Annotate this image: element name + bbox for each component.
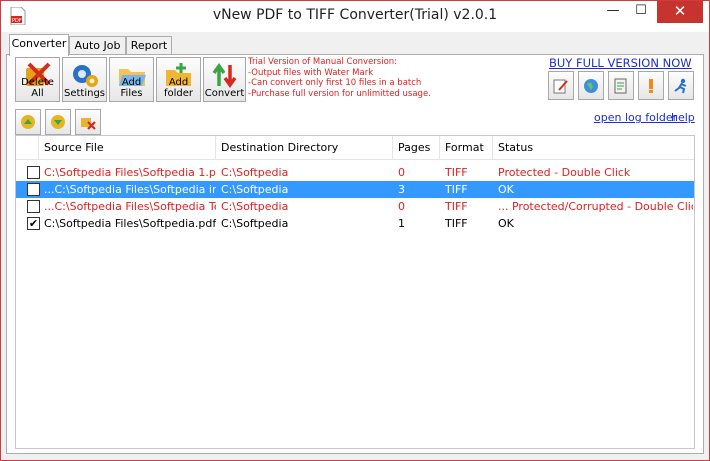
cell-source-file: C:\Softpedia Files\Softpedia.pdf xyxy=(44,217,216,230)
trial-notice-line: -Output files with Water Mark xyxy=(248,67,374,78)
cell-destination-directory: C:\Softpedia xyxy=(221,183,289,196)
warning-button[interactable] xyxy=(638,71,664,100)
document-icon xyxy=(614,78,627,94)
cell-pages: 0 xyxy=(398,200,405,213)
table-row[interactable]: ✔ C:\Softpedia Files\Softpedia.pdf C:\Soft… xyxy=(16,215,694,232)
open-log-folder-link[interactable]: open log folder xyxy=(594,111,677,124)
cell-status: ... Protected/Corrupted - Double Click i… xyxy=(498,200,693,213)
header-source-file[interactable]: Source File xyxy=(39,136,216,160)
add-folder-button[interactable]: Add folder xyxy=(156,57,201,102)
settings-button[interactable]: Settings xyxy=(62,57,107,102)
trial-notice-line: -Can convert only first 10 files in a ba… xyxy=(248,78,422,88)
convert-arrows-icon xyxy=(212,62,236,89)
cell-pages: 1 xyxy=(398,217,405,230)
convert-label: Convert xyxy=(204,88,245,99)
maximize-button[interactable]: ☐ xyxy=(627,1,655,23)
cell-source-file: ...C:\Softpedia Files\Softpedia Tes xyxy=(44,200,216,213)
header-format[interactable]: Format xyxy=(440,136,493,160)
table-row[interactable]: C:\Softpedia Files\Softpedia 1.pdf C:\Sof… xyxy=(16,164,694,181)
title-bar: PDF vNew PDF to TIFF Converter(Trial) v2… xyxy=(1,1,709,32)
tab-converter[interactable]: Converter xyxy=(9,34,69,56)
add-files-button[interactable]: Add Files xyxy=(109,57,154,102)
trial-notice-line: Trial Version of Manual Conversion: xyxy=(248,57,398,67)
cell-format: TIFF xyxy=(445,200,468,213)
cell-status: OK xyxy=(498,217,514,230)
add-files-label: Add Files xyxy=(120,77,143,99)
file-list-grid[interactable]: Source File Destination Directory Pages … xyxy=(15,135,695,449)
app-window: PDF vNew PDF to TIFF Converter(Trial) v2… xyxy=(0,0,710,461)
web-button[interactable] xyxy=(578,71,604,100)
edit-button[interactable] xyxy=(548,71,574,100)
remove-button[interactable] xyxy=(75,109,101,135)
settings-label: Settings xyxy=(63,88,105,99)
client-area: Converter Auto Job Report Delete All Set… xyxy=(1,32,709,460)
document-button[interactable] xyxy=(608,71,634,100)
cell-source-file: ...C:\Softpedia Files\Softpedia ima xyxy=(44,183,216,196)
exclamation-icon xyxy=(649,79,653,93)
delete-all-label: Delete All xyxy=(21,77,54,99)
gear-icon xyxy=(72,65,98,87)
convert-button[interactable]: Convert xyxy=(203,57,246,102)
cell-format: TIFF xyxy=(445,183,468,196)
about-button[interactable] xyxy=(668,71,694,100)
cell-destination-directory: C:\Softpedia xyxy=(221,217,289,230)
buy-full-version-link[interactable]: BUY FULL VERSION NOW xyxy=(549,56,692,70)
grid-header: Source File Destination Directory Pages … xyxy=(16,136,694,160)
cell-status: Protected - Double Click xyxy=(498,166,631,179)
add-folder-label: Add folder xyxy=(163,77,194,99)
remove-icon xyxy=(81,118,96,130)
cell-pages: 0 xyxy=(398,166,405,179)
cell-format: TIFF xyxy=(445,217,468,230)
move-down-button[interactable] xyxy=(45,109,71,135)
converter-panel: Delete All Settings Add Files Add folder… xyxy=(6,54,704,454)
header-status[interactable]: Status xyxy=(493,136,689,160)
table-row[interactable]: ...C:\Softpedia Files\Softpedia ima C:\So… xyxy=(16,181,694,198)
trial-notice-line: -Purchase full version for unlimitted us… xyxy=(248,88,431,99)
tab-auto-job[interactable]: Auto Job xyxy=(69,36,126,55)
cell-destination-directory: C:\Softpedia xyxy=(221,200,289,213)
header-pages[interactable]: Pages xyxy=(393,136,440,160)
table-row[interactable]: ...C:\Softpedia Files\Softpedia Tes C:\So… xyxy=(16,198,694,215)
cell-format: TIFF xyxy=(445,166,468,179)
trial-notice: Trial Version of Manual Conversion: -Out… xyxy=(248,57,431,99)
cell-source-file: C:\Softpedia Files\Softpedia 1.pdf xyxy=(44,166,216,179)
move-up-button[interactable] xyxy=(15,109,41,135)
arrow-up-icon xyxy=(21,115,35,129)
header-destination-directory[interactable]: Destination Directory xyxy=(216,136,393,160)
cell-pages: 3 xyxy=(398,183,405,196)
delete-all-button[interactable]: Delete All xyxy=(15,57,60,102)
header-checkbox-column xyxy=(16,136,39,160)
minimize-button[interactable]: — xyxy=(599,1,627,23)
cell-destination-directory: C:\Softpedia xyxy=(221,166,289,179)
edit-icon xyxy=(553,79,568,94)
help-link[interactable]: help xyxy=(671,111,695,124)
globe-icon xyxy=(584,79,598,93)
close-button[interactable]: ✕ xyxy=(657,1,703,23)
cell-status: OK xyxy=(498,183,514,196)
tab-report[interactable]: Report xyxy=(126,36,172,55)
arrow-down-icon xyxy=(51,115,65,129)
person-icon xyxy=(674,78,687,94)
